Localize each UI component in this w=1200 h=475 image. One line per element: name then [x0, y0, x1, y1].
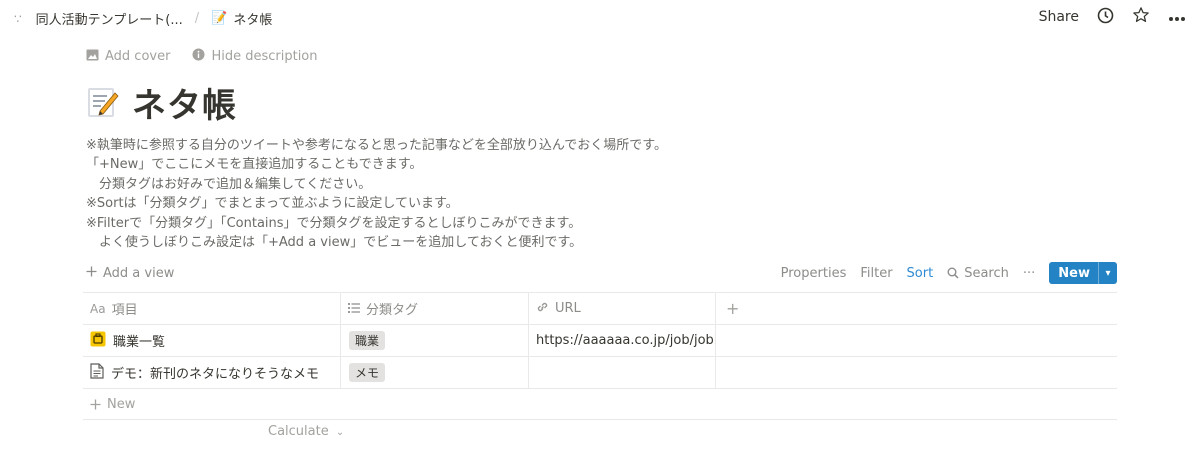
topbar-actions: Share — [1039, 6, 1186, 28]
more-icon[interactable] — [1168, 8, 1186, 26]
column-label: URL — [555, 301, 581, 316]
row-url-cell[interactable] — [529, 357, 716, 388]
new-row-button[interactable]: New — [83, 389, 1117, 420]
row-title: 職業一覧 — [113, 335, 166, 350]
column-header-tag[interactable]: 分類タグ — [341, 293, 529, 324]
star-icon[interactable] — [1132, 6, 1150, 28]
info-icon — [192, 48, 205, 64]
page-description[interactable]: ※執筆時に参照する自分のツイートや参考になると思った記事などを全部放り込んでおく… — [86, 136, 1116, 252]
clock-icon[interactable] — [1097, 7, 1114, 28]
row-title-cell[interactable]: 職業一覧 — [83, 325, 341, 356]
row-empty-cell — [716, 357, 1117, 388]
row-tag-cell[interactable]: メモ — [341, 357, 529, 388]
description-line: ※Filterで「分類タグ」「Contains」で分類タグを設定するとしぼりこみ… — [86, 215, 582, 231]
column-header-title[interactable]: Aa 項目 — [83, 293, 341, 324]
breadcrumb-parent[interactable]: 同人活動テンプレート(... — [36, 9, 183, 28]
sidebar-toggle-icon[interactable]: ∵ — [14, 12, 22, 26]
hide-description-button[interactable]: Hide description — [192, 48, 318, 64]
search-icon — [947, 267, 959, 279]
properties-button[interactable]: Properties — [781, 266, 847, 281]
share-button[interactable]: Share — [1039, 9, 1079, 25]
search-button[interactable]: Search — [947, 266, 1009, 281]
row-title-cell[interactable]: デモ：新刊のネタになりそうなメモ — [83, 357, 341, 388]
plus-icon — [90, 399, 101, 409]
column-label: 分類タグ — [366, 303, 419, 318]
link-icon — [536, 301, 549, 316]
table-row[interactable]: 職業一覧 職業 https://aaaaaa.co.jp/job/joblist… — [83, 325, 1117, 357]
breadcrumb: ∵ 同人活動テンプレート(... / 📝 ネタ帳 — [14, 9, 272, 28]
plus-icon — [86, 266, 97, 281]
description-line: 「+New」でここにメモを直接追加することもできます。 — [86, 157, 423, 173]
column-header-url[interactable]: URL — [529, 293, 716, 324]
text-property-icon: Aa — [90, 301, 106, 316]
description-line: 分類タグはお好みで追加＆編集してください。 — [86, 176, 372, 192]
more-options-button[interactable]: ··· — [1023, 266, 1035, 281]
add-view-label: Add a view — [103, 265, 175, 281]
image-icon — [86, 49, 99, 64]
add-cover-button[interactable]: Add cover — [86, 49, 170, 64]
list-icon — [348, 302, 360, 316]
sort-button[interactable]: Sort — [907, 266, 934, 281]
new-row-label: New — [107, 396, 136, 412]
memo-icon[interactable] — [86, 85, 120, 119]
table-row[interactable]: デモ：新刊のネタになりそうなメモ メモ — [83, 357, 1117, 389]
url-link[interactable]: https://aaaaaa.co.jp/job/joblist/ — [536, 333, 715, 348]
tag-badge: 職業 — [349, 331, 386, 350]
table-header: Aa 項目 分類タグ URL + — [83, 293, 1117, 325]
filter-button[interactable]: Filter — [860, 266, 892, 281]
chevron-down-icon[interactable]: ▾ — [1098, 262, 1117, 284]
description-line: ※執筆時に参照する自分のツイートや参考になると思った記事などを全部放り込んでおく… — [86, 138, 667, 153]
description-line: ※Sortは「分類タグ」でまとまって並ぶように設定しています。 — [86, 196, 459, 212]
calculate-button[interactable]: Calculate ⌄ — [268, 424, 344, 439]
plus-icon: + — [726, 299, 740, 318]
row-url-cell[interactable]: https://aaaaaa.co.jp/job/joblist/ — [529, 325, 716, 356]
column-label: 項目 — [111, 303, 138, 318]
title-row: ネタ帳 — [86, 76, 1116, 128]
breadcrumb-current[interactable]: ネタ帳 — [233, 9, 272, 28]
page-title[interactable]: ネタ帳 — [132, 78, 237, 127]
topbar: ∵ 同人活動テンプレート(... / 📝 ネタ帳 Share — [0, 0, 1200, 36]
row-title: デモ：新刊のネタになりそうなメモ — [111, 367, 320, 382]
add-column-button[interactable]: + — [716, 293, 1117, 324]
add-cover-label: Add cover — [105, 48, 171, 64]
row-empty-cell — [716, 325, 1117, 356]
search-label: Search — [964, 265, 1009, 281]
new-button[interactable]: New ▾ — [1049, 262, 1117, 284]
toolbar-actions: Properties Filter Sort Search ··· New ▾ — [781, 262, 1117, 284]
memo-icon: 📝 — [211, 11, 228, 26]
description-line: よく使うしぼりこみ設定は「+Add a view」でビューを追加しておくと便利で… — [86, 235, 583, 251]
row-tag-cell[interactable]: 職業 — [341, 325, 529, 356]
new-button-label[interactable]: New — [1049, 262, 1098, 284]
page-actions: Add cover Hide description — [86, 46, 1116, 66]
breadcrumb-separator: / — [194, 11, 200, 26]
page-content: Add cover Hide description ネタ帳 ※執筆時に参照する… — [86, 46, 1116, 252]
add-view-button[interactable]: Add a view — [86, 266, 174, 281]
hide-description-label: Hide description — [211, 48, 318, 64]
briefcase-icon — [90, 331, 106, 351]
database-table: Aa 項目 分類タグ URL + 職業一覧 職業 https://aaaaaa.… — [83, 292, 1117, 420]
calculate-label: Calculate — [268, 424, 329, 439]
database-toolbar: Add a view Properties Filter Sort Search… — [86, 262, 1117, 284]
page-icon — [90, 362, 104, 383]
chevron-down-icon: ⌄ — [335, 427, 345, 438]
tag-badge: メモ — [349, 363, 386, 382]
